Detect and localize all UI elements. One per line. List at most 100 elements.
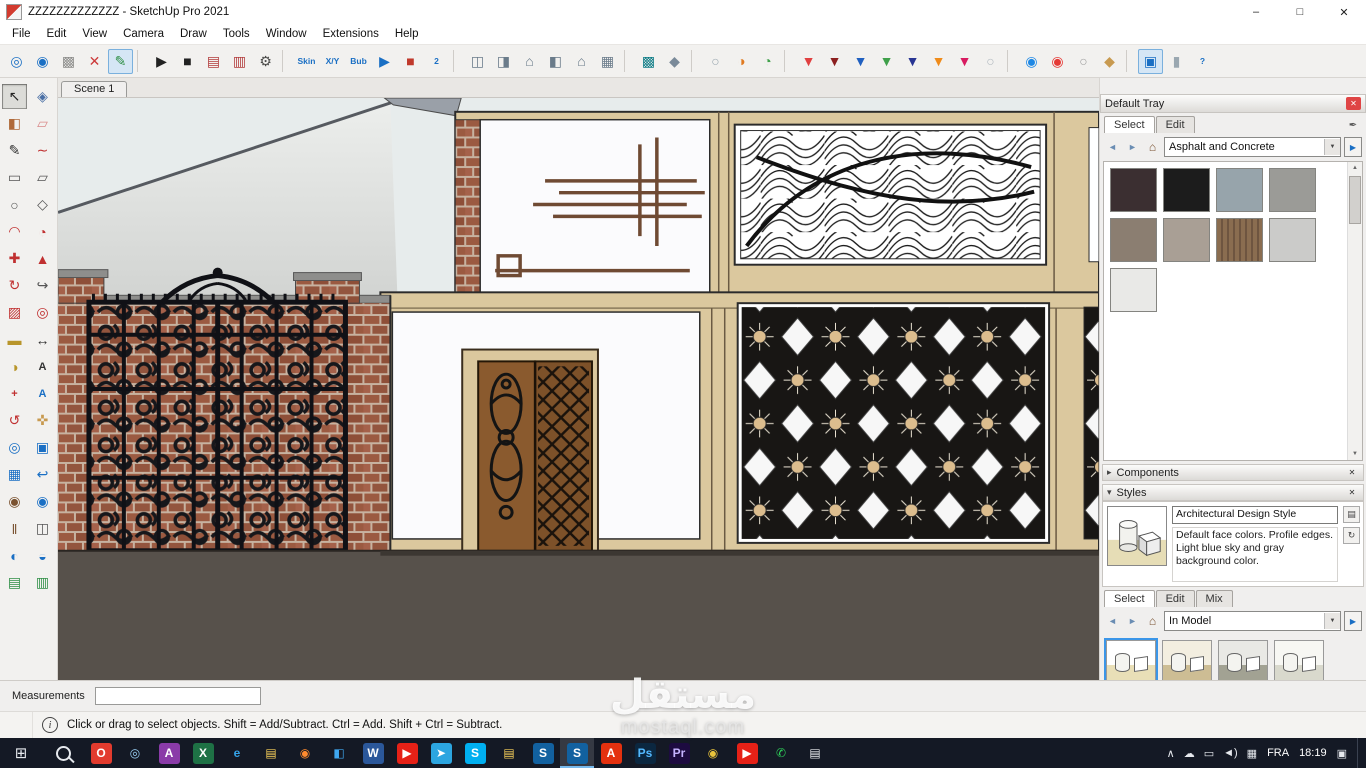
style-architectural-design[interactable]	[1104, 638, 1158, 680]
material-concrete-blue-gray[interactable]	[1216, 168, 1263, 212]
taskbar-acrobat-icon[interactable]: A	[594, 738, 628, 768]
styles-tab-edit[interactable]: Edit	[1155, 590, 1195, 607]
pie-tool-icon[interactable]: ◔	[30, 219, 55, 244]
taskbar-premiere-icon[interactable]: Pr	[662, 738, 696, 768]
taskbar-cortana-icon[interactable]: ◎	[118, 738, 152, 768]
line-tool-icon[interactable]: ✎	[2, 138, 27, 163]
styles-section-header[interactable]: ▾ Styles ✕	[1102, 484, 1364, 501]
styles-tab-select[interactable]: Select	[1104, 590, 1155, 607]
action-center-icon[interactable]: ▣	[1337, 747, 1347, 760]
rotate-tool-icon[interactable]: ↻	[2, 273, 27, 298]
texture-tool-icon[interactable]: ▩	[636, 49, 661, 74]
scene-tab[interactable]: Scene 1	[61, 81, 128, 97]
position-camera-tool-icon[interactable]: ◉	[2, 489, 27, 514]
edit-mode-icon[interactable]: ✎	[108, 48, 133, 74]
material-asphalt-dark[interactable]	[1110, 168, 1157, 212]
shadows-off-icon[interactable]: ○	[703, 49, 728, 74]
union-icon[interactable]: ⌂	[517, 49, 542, 74]
outer-shell-icon[interactable]: ◫	[465, 49, 490, 74]
intersect-icon[interactable]: ◨	[491, 49, 516, 74]
collapse-arrow-icon[interactable]: ▾	[1107, 487, 1112, 498]
previous-view-tool-icon[interactable]: ↩	[30, 462, 55, 487]
minimize-button[interactable]: –	[1234, 0, 1278, 24]
axes-icon[interactable]: ✕	[82, 49, 107, 74]
stop-script-icon[interactable]: ■	[398, 49, 423, 74]
components-close-icon[interactable]: ✕	[1345, 467, 1359, 479]
material-concrete-speckled[interactable]	[1269, 168, 1316, 212]
volume-icon[interactable]: ◄)	[1223, 747, 1238, 760]
standard-views-icon[interactable]: ▩	[56, 49, 81, 74]
drop-orange-icon[interactable]: ▼	[926, 49, 951, 74]
orbit-tool-icon[interactable]: ↺	[2, 408, 27, 433]
sandbox-from-contours-icon[interactable]: ◐	[2, 543, 27, 568]
scrollbar-thumb[interactable]	[1349, 176, 1361, 224]
export-scene-icon[interactable]: ▤	[201, 49, 226, 74]
follow-me-tool-icon[interactable]: ↪	[30, 273, 55, 298]
scale-tool-icon[interactable]: ▨	[2, 300, 27, 325]
menu-item[interactable]: File	[4, 26, 39, 42]
materials-secondary-pane-icon[interactable]: ▶	[1344, 137, 1362, 157]
drop-green-icon[interactable]: ▼	[874, 49, 899, 74]
language-indicator[interactable]: FRA	[1267, 747, 1289, 759]
drop-maroon-icon[interactable]: ▼	[822, 49, 847, 74]
style-pale[interactable]	[1274, 640, 1324, 680]
material-concrete-white[interactable]	[1110, 268, 1157, 312]
styles-secondary-pane-icon[interactable]: ▶	[1344, 611, 1362, 631]
rotated-rectangle-tool-icon[interactable]: ▱	[30, 165, 55, 190]
xy-tool-icon[interactable]: X/Y	[320, 49, 345, 74]
freehand-tool-icon[interactable]: ∼	[30, 138, 55, 163]
chevron-down-icon[interactable]: ▼	[1324, 613, 1340, 629]
taskbar-whatsapp-icon[interactable]: ✆	[764, 738, 798, 768]
material-concrete-light[interactable]	[1269, 218, 1316, 262]
expand-arrow-icon[interactable]: ▸	[1107, 467, 1112, 478]
create-style-icon[interactable]: ▤	[1343, 506, 1360, 523]
menu-item[interactable]: Window	[258, 26, 315, 42]
taskbar-sketchup-icon[interactable]: S	[526, 738, 560, 768]
taskbar-search-icon[interactable]	[42, 738, 84, 768]
materials-tab-select[interactable]: Select	[1104, 116, 1155, 133]
taskbar-photoshop-icon[interactable]: Ps	[628, 738, 662, 768]
material-asphalt-black[interactable]	[1163, 168, 1210, 212]
materials-scrollbar[interactable]: ▲ ▼	[1347, 162, 1362, 460]
record-scene-icon[interactable]: ▥	[227, 49, 252, 74]
material-wood-boards[interactable]	[1216, 218, 1263, 262]
material-concrete-brown-gray[interactable]	[1110, 218, 1157, 262]
taskbar-vscode-icon[interactable]: ◧	[322, 738, 356, 768]
column-tool-icon[interactable]: ▮	[1164, 49, 1189, 74]
maximize-button[interactable]: □	[1278, 0, 1322, 24]
drop-red-icon[interactable]: ▼	[796, 49, 821, 74]
style-name-field[interactable]: Architectural Design Style	[1172, 506, 1338, 524]
show-desktop-button[interactable]	[1357, 738, 1363, 768]
menu-item[interactable]: Tools	[215, 26, 258, 42]
eraser-icon[interactable]: ▱	[30, 111, 55, 136]
soap-skin-icon[interactable]: ▤	[2, 570, 27, 595]
clock[interactable]: 18:19	[1299, 747, 1327, 759]
tray-close-icon[interactable]: ✕	[1346, 97, 1361, 110]
run-script-icon[interactable]: ▶	[372, 49, 397, 74]
update-style-icon[interactable]: ↻	[1343, 527, 1360, 544]
taskbar-firefox-icon[interactable]: ◉	[288, 738, 322, 768]
taskbar-chrome-icon[interactable]: ◉	[696, 738, 730, 768]
circle-gray-icon[interactable]: ○	[1071, 49, 1096, 74]
materials-collection-dropdown[interactable]: Asphalt and Concrete ▼	[1164, 137, 1341, 157]
close-button[interactable]: ✕	[1322, 0, 1366, 24]
shadows-orange-icon[interactable]: ◑	[729, 49, 754, 74]
sphere-tool-icon[interactable]: ○	[978, 49, 1003, 74]
eye-red-icon[interactable]: ◉	[1045, 49, 1070, 74]
styles-back-icon[interactable]: ◄	[1104, 613, 1121, 629]
help-icon[interactable]: ?	[1190, 49, 1215, 74]
viewport-3d-scene[interactable]	[58, 98, 1099, 680]
sandbox-from-scratch-icon[interactable]: ◒	[30, 543, 55, 568]
menu-item[interactable]: Edit	[39, 26, 75, 42]
tape-measure-tool-icon[interactable]: ▬	[2, 327, 27, 352]
sample-paint-eyedropper-icon[interactable]: ✒	[1344, 117, 1362, 133]
taskbar-word-icon[interactable]: W	[356, 738, 390, 768]
start-button[interactable]: ⊞	[0, 738, 42, 768]
taskbar-youtube-icon[interactable]: ▶	[390, 738, 424, 768]
onedrive-icon[interactable]: ☁	[1184, 747, 1195, 760]
push-pull-tool-icon[interactable]: ▲	[30, 246, 55, 271]
rectangle-tool-icon[interactable]: ▭	[2, 165, 27, 190]
taskbar-youtube2-icon[interactable]: ▶	[730, 738, 764, 768]
scrollbar-track[interactable]	[1348, 174, 1362, 448]
measurements-input[interactable]	[94, 687, 261, 705]
